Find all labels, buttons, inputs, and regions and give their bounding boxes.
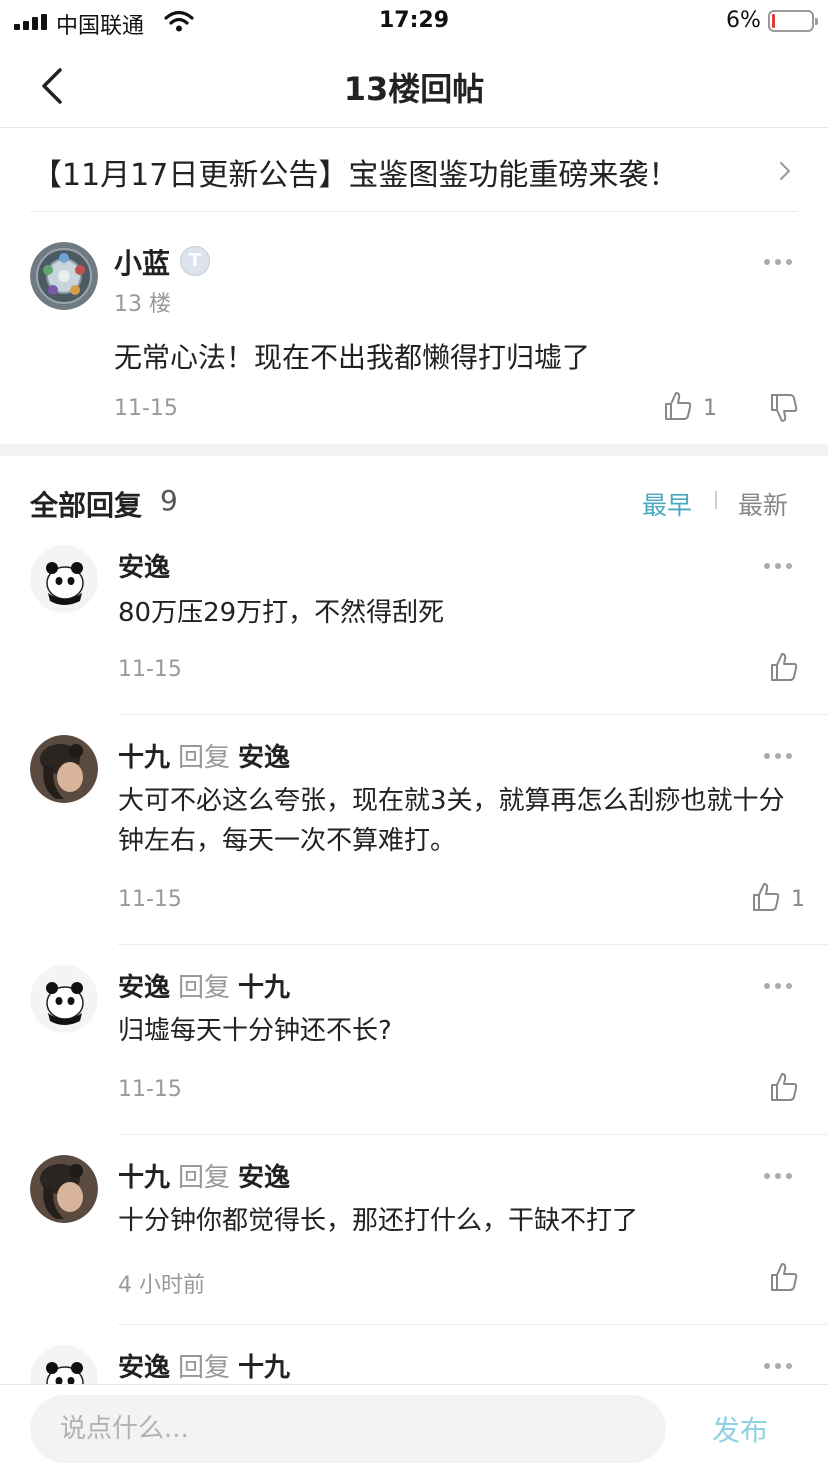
reply-divider [118, 1134, 828, 1135]
like-count: 1 [791, 887, 805, 912]
reply-header: 安逸 [118, 547, 170, 584]
list-item: 安逸 回复 十九 归墟每天十分钟还不长? 11-15 [0, 965, 828, 1135]
floor-label: 13 楼 [114, 292, 171, 317]
chevron-right-icon [780, 162, 791, 180]
reply-verb: 回复 [178, 743, 231, 773]
announcement-text: 【11月17日更新公告】宝鉴图鉴功能重磅来袭！ [32, 158, 679, 193]
list-item: 安逸 80万压29万打，不然得刮死 11-15 [0, 545, 828, 715]
reply-verb: 回复 [178, 1163, 231, 1193]
more-options-icon[interactable] [764, 1173, 794, 1181]
reply-header: 十九 回复 安逸 [118, 1157, 290, 1194]
thumbs-up-icon[interactable] [768, 651, 800, 683]
thumbs-up-icon[interactable] [768, 1071, 800, 1103]
main-post: 小蓝 T 13 楼 无常心法！现在不出我都懒得打归墟了 11-15 1 [0, 212, 828, 444]
reply-target[interactable]: 十九 [238, 1353, 290, 1383]
reply-author[interactable]: 安逸 [118, 553, 170, 583]
thumbs-down-icon[interactable] [768, 392, 800, 424]
reply-author[interactable]: 安逸 [118, 1353, 170, 1383]
reply-date: 11-15 [118, 887, 182, 912]
sort-separator [715, 491, 717, 509]
avatar[interactable] [30, 242, 98, 310]
avatar[interactable] [30, 735, 98, 803]
replies-title: 全部回复 [30, 489, 143, 522]
sort-latest-tab[interactable]: 最新 [738, 486, 788, 522]
publish-button[interactable]: 发布 [712, 1409, 768, 1449]
reply-author[interactable]: 十九 [118, 1163, 170, 1193]
list-item: 十九 回复 安逸 大可不必这么夸张，现在就3关，就算再怎么刮痧也就十分钟左右，每天一… [0, 735, 828, 943]
clock: 17:29 [378, 8, 450, 33]
list-item: 十九 回复 安逸 十分钟你都觉得长，那还打什么，干缺不打了 4 小时前 [0, 1155, 828, 1325]
reply-date: 4 小时前 [118, 1273, 205, 1298]
announcement-banner[interactable]: 【11月17日更新公告】宝鉴图鉴功能重磅来袭！ [30, 130, 798, 212]
reply-divider [118, 944, 828, 945]
replies-count: 9 [160, 484, 178, 517]
reply-target[interactable]: 安逸 [238, 1163, 290, 1193]
more-options-icon[interactable] [764, 563, 794, 571]
reply-target[interactable]: 十九 [238, 973, 290, 1003]
author-name[interactable]: 小蓝 [114, 242, 170, 282]
reply-divider [118, 714, 828, 715]
reply-author[interactable]: 安逸 [118, 973, 170, 1003]
reply-header: 十九 回复 安逸 [118, 737, 290, 774]
reply-target[interactable]: 安逸 [238, 743, 290, 773]
reply-verb: 回复 [178, 1353, 231, 1383]
thumbs-up-icon[interactable] [662, 390, 694, 422]
level-badge-icon: T [180, 246, 210, 276]
reply-date: 11-15 [118, 1077, 182, 1102]
post-content: 无常心法！现在不出我都懒得打归墟了 [114, 341, 591, 374]
status-bar: 中国联通 17:29 6% [0, 0, 828, 44]
comment-bar: 发布 [0, 1384, 828, 1472]
reply-divider [118, 1324, 828, 1325]
post-date: 11-15 [114, 396, 178, 421]
avatar[interactable] [30, 1155, 98, 1223]
more-options-icon[interactable] [764, 1363, 794, 1371]
thumbs-up-icon[interactable] [768, 1261, 800, 1293]
reply-text: 归墟每天十分钟还不长? [118, 1016, 392, 1046]
reply-date: 11-15 [118, 657, 182, 682]
reply-text: 大可不必这么夸张，现在就3关，就算再怎么刮痧也就十分钟左右，每天一次不算难打。 [118, 786, 785, 856]
more-options-icon[interactable] [764, 753, 794, 761]
comment-input[interactable] [30, 1395, 666, 1463]
nav-bar: 13楼回帖 [0, 44, 828, 128]
reply-header: 安逸 回复 十九 [118, 967, 290, 1004]
battery-icon [768, 10, 818, 32]
page-title: 13楼回帖 [343, 70, 485, 108]
avatar[interactable] [30, 1345, 98, 1385]
avatar[interactable] [30, 965, 98, 1033]
reply-author[interactable]: 十九 [118, 743, 170, 773]
reply-text: 十分钟你都觉得长，那还打什么，干缺不打了 [118, 1206, 639, 1236]
sort-earliest-tab[interactable]: 最早 [642, 486, 692, 522]
more-options-icon[interactable] [764, 259, 794, 267]
battery-percent: 6% [726, 8, 761, 33]
list-item: 安逸 回复 十九 [0, 1345, 828, 1385]
section-divider [0, 444, 828, 456]
reply-text: 80万压29万打，不然得刮死 [118, 598, 445, 628]
like-count: 1 [703, 396, 717, 421]
reply-header: 安逸 回复 十九 [118, 1347, 290, 1384]
avatar[interactable] [30, 545, 98, 613]
thumbs-up-icon[interactable] [750, 881, 782, 913]
more-options-icon[interactable] [764, 983, 794, 991]
reply-verb: 回复 [178, 973, 231, 1003]
